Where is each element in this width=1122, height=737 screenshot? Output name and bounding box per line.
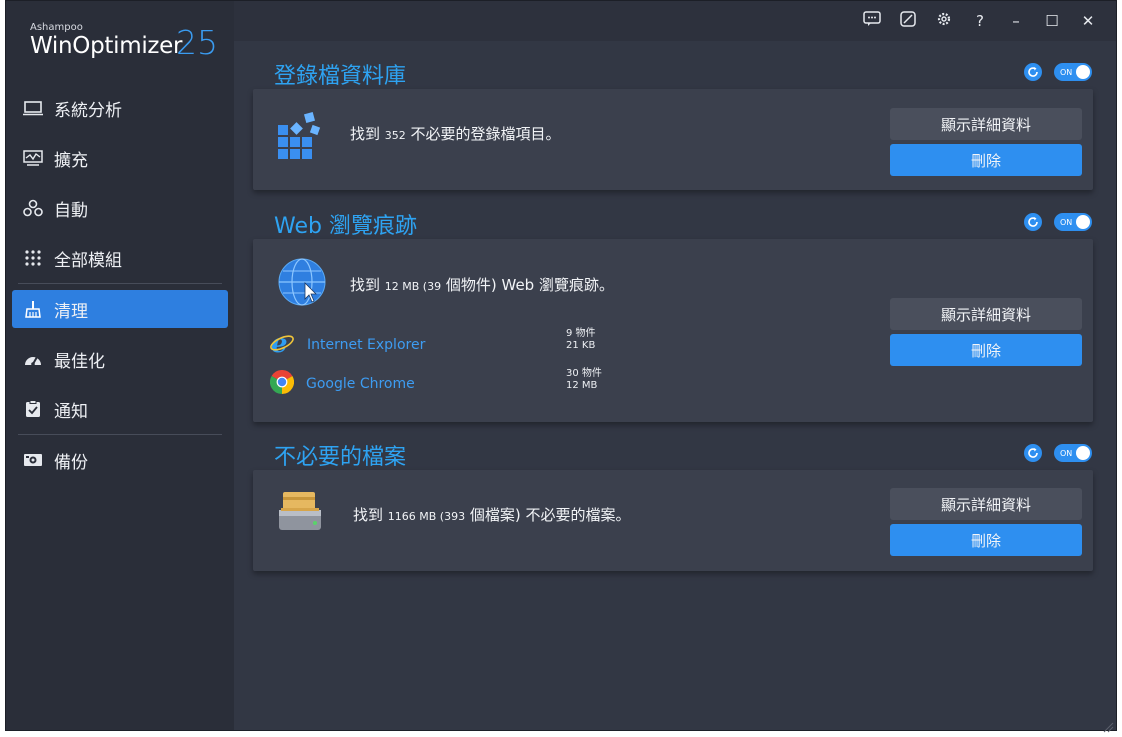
minimize-button[interactable]: –: [998, 9, 1034, 33]
browser-row-chrome[interactable]: Google Chrome: [269, 369, 415, 398]
help-button[interactable]: ?: [962, 9, 998, 33]
files-card: 找到 1166 MB (393 個檔案) 不必要的檔案。 顯示詳細資料 刪除: [253, 470, 1093, 571]
ie-size: 21 KB: [566, 340, 596, 351]
result-count: 352: [384, 129, 406, 142]
maximize-button[interactable]: ☐: [1034, 9, 1070, 33]
web-toggle[interactable]: ON: [1054, 213, 1092, 231]
toggle-knob: [1076, 215, 1090, 229]
nav-divider: [18, 283, 222, 284]
internet-explorer-icon: e: [269, 329, 295, 360]
files-toggle[interactable]: ON: [1054, 444, 1092, 462]
sidebar-item-extensions[interactable]: 擴充: [12, 139, 228, 177]
sidebar-item-automatic[interactable]: 自動: [12, 189, 228, 227]
sidebar-item-clean[interactable]: 清理: [12, 290, 228, 328]
web-result-text: 找到 12 MB (39 個物件) Web 瀏覽痕跡。: [350, 274, 614, 295]
refresh-icon: [1027, 213, 1039, 232]
resize-grip-icon[interactable]: [1102, 718, 1114, 737]
browser-row-ie[interactable]: e Internet Explorer: [269, 329, 426, 360]
globe-icon: [277, 257, 327, 311]
web-section-title: Web 瀏覽痕跡: [274, 214, 417, 239]
registry-delete-button[interactable]: 刪除: [890, 144, 1082, 176]
result-suffix: 個檔案) 不必要的檔案。: [465, 506, 631, 524]
clipboard-check-icon: [22, 398, 44, 420]
toggle-label: ON: [1060, 67, 1073, 77]
chrome-items: 30 物件: [566, 368, 602, 379]
refresh-icon: [1027, 63, 1039, 82]
chrome-stats: 30 物件 12 MB: [566, 368, 602, 392]
result-prefix: 找到: [353, 506, 388, 524]
sidebar: Ashampoo WinOptimizer 25 系統分析 擴充 自動 全部模組…: [6, 1, 234, 730]
sidebar-item-label: 自動: [54, 200, 88, 221]
web-details-button[interactable]: 顯示詳細資料: [890, 298, 1082, 330]
registry-icon: [275, 111, 327, 163]
result-suffix: 不必要的登錄檔項目。: [405, 125, 561, 143]
sidebar-item-system-analysis[interactable]: 系統分析: [12, 89, 228, 127]
sidebar-nav: 系統分析 擴充 自動 全部模組 清理 最佳化 通知 備份: [12, 89, 228, 491]
backup-icon: [22, 449, 44, 471]
sidebar-item-label: 系統分析: [54, 100, 122, 121]
ie-stats: 9 物件 21 KB: [566, 328, 596, 352]
title-bar: ? – ☐ ✕: [234, 1, 1116, 41]
toggle-knob: [1076, 65, 1090, 79]
sidebar-item-label: 清理: [54, 301, 88, 322]
settings-button[interactable]: [926, 9, 962, 33]
nav-divider: [18, 434, 222, 435]
sidebar-item-label: 最佳化: [54, 351, 105, 372]
files-section-title: 不必要的檔案: [274, 445, 407, 470]
sidebar-item-label: 通知: [54, 401, 88, 422]
registry-details-button[interactable]: 顯示詳細資料: [890, 108, 1082, 140]
registry-card: 找到 352 不必要的登錄檔項目。 顯示詳細資料 刪除: [253, 89, 1093, 190]
sidebar-item-backup[interactable]: 備份: [12, 441, 228, 479]
logo-name: WinOptimizer: [30, 33, 183, 59]
result-suffix: 個物件) Web 瀏覽痕跡。: [441, 276, 614, 294]
sidebar-item-label: 備份: [54, 452, 88, 473]
chart-icon: [22, 147, 44, 169]
files-details-button[interactable]: 顯示詳細資料: [890, 488, 1082, 520]
files-result-text: 找到 1166 MB (393 個檔案) 不必要的檔案。: [353, 504, 630, 525]
result-count: 12 MB (39: [384, 280, 442, 293]
theme-button[interactable]: [890, 9, 926, 33]
registry-toggle[interactable]: ON: [1054, 63, 1092, 81]
hard-drive-icon: [277, 488, 323, 538]
theme-icon: [900, 11, 916, 31]
files-refresh-button[interactable]: [1024, 444, 1042, 462]
sidebar-item-notifications[interactable]: 通知: [12, 390, 228, 428]
registry-result-text: 找到 352 不必要的登錄檔項目。: [350, 123, 561, 144]
feedback-button[interactable]: [854, 9, 890, 33]
sidebar-item-optimize[interactable]: 最佳化: [12, 340, 228, 378]
web-refresh-button[interactable]: [1024, 213, 1042, 231]
toggle-label: ON: [1060, 448, 1073, 458]
result-count: 1166 MB (393: [387, 510, 466, 523]
feedback-icon: [863, 11, 881, 31]
web-delete-button[interactable]: 刪除: [890, 334, 1082, 366]
grid-icon: [22, 247, 44, 269]
ie-items: 9 物件: [566, 328, 596, 339]
sidebar-item-label: 全部模組: [54, 250, 122, 271]
logo-version: 25: [176, 23, 218, 62]
result-prefix: 找到: [350, 276, 385, 294]
close-button[interactable]: ✕: [1070, 9, 1106, 33]
toggle-label: ON: [1060, 217, 1073, 227]
monitor-icon: [22, 97, 44, 119]
chrome-size: 12 MB: [566, 380, 598, 391]
speedometer-icon: [22, 348, 44, 370]
sidebar-item-all-modules[interactable]: 全部模組: [12, 239, 228, 277]
browser-name: Internet Explorer: [307, 337, 426, 353]
toggle-knob: [1076, 446, 1090, 460]
gear-icon: [936, 11, 952, 31]
google-chrome-icon: [269, 369, 295, 398]
refresh-icon: [1027, 444, 1039, 463]
sidebar-item-label: 擴充: [54, 150, 88, 171]
logo-brand: Ashampoo: [30, 22, 83, 33]
registry-section-title: 登錄檔資料庫: [274, 64, 407, 89]
result-prefix: 找到: [350, 125, 385, 143]
files-delete-button[interactable]: 刪除: [890, 524, 1082, 556]
browser-name: Google Chrome: [306, 376, 415, 392]
registry-refresh-button[interactable]: [1024, 63, 1042, 81]
automation-icon: [22, 197, 44, 219]
broom-icon: [22, 298, 44, 320]
